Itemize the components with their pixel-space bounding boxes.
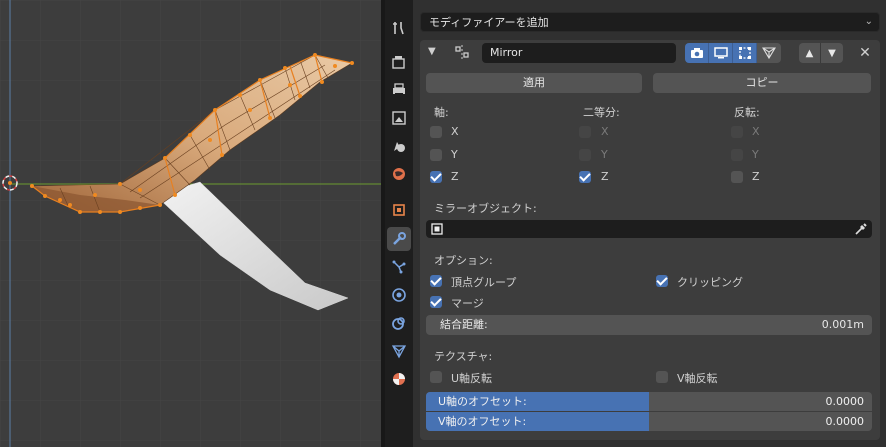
flip-z-checkbox[interactable] bbox=[731, 171, 743, 183]
properties-panel: モディファイアーを追加 ⌄ ▼ Mirror ▲ ▼ ✕ 適用 コピー 軸: 二… bbox=[413, 0, 886, 447]
flip-v-label: V軸反転 bbox=[677, 372, 718, 385]
render-icon[interactable] bbox=[387, 50, 411, 74]
3d-viewport[interactable] bbox=[0, 0, 381, 447]
axis-y-checkbox[interactable] bbox=[430, 149, 442, 161]
flip-x-label: X bbox=[752, 125, 760, 138]
add-modifier-label: モディファイアーを追加 bbox=[429, 16, 549, 29]
u-offset-slider[interactable]: U軸のオフセット: 0.0000 bbox=[426, 392, 872, 411]
move-down-icon[interactable]: ▼ bbox=[821, 43, 843, 63]
data-icon[interactable] bbox=[387, 339, 411, 363]
output-icon[interactable] bbox=[387, 78, 411, 102]
modifier-icon[interactable] bbox=[387, 227, 411, 251]
flip-u-label: U軸反転 bbox=[451, 372, 493, 385]
axis-x-checkbox[interactable] bbox=[430, 126, 442, 138]
flip-y-label: Y bbox=[752, 148, 759, 161]
bisect-x-label: X bbox=[601, 125, 609, 138]
view-layer-icon[interactable] bbox=[387, 106, 411, 130]
copy-button[interactable]: コピー bbox=[653, 73, 871, 93]
camera-icon[interactable] bbox=[685, 43, 709, 63]
constraints-icon[interactable] bbox=[387, 311, 411, 335]
vertex-groups-checkbox[interactable] bbox=[430, 275, 442, 287]
u-offset-value: 0.0000 bbox=[825, 395, 865, 408]
flip-y-checkbox[interactable] bbox=[731, 149, 743, 161]
axis-header: 軸: bbox=[434, 106, 449, 119]
clipping-checkbox[interactable] bbox=[656, 275, 668, 287]
visibility-toggles bbox=[685, 43, 781, 63]
particles-icon[interactable] bbox=[387, 255, 411, 279]
merge-distance-value: 0.001m bbox=[821, 318, 864, 331]
mirror-modifier-panel: ▼ Mirror ▲ ▼ ✕ 適用 コピー 軸: 二等分: 反転: X Y Z … bbox=[420, 40, 880, 440]
tool-icon[interactable] bbox=[387, 16, 411, 40]
v-offset-label: V軸のオフセット: bbox=[438, 415, 527, 428]
vertex-groups-label: 頂点グループ bbox=[451, 276, 517, 289]
axis-z-label: Z bbox=[451, 170, 459, 183]
axis-x-label: X bbox=[451, 125, 459, 138]
edit-mode-icon[interactable] bbox=[733, 43, 757, 63]
apply-button[interactable]: 適用 bbox=[426, 73, 642, 93]
properties-tab-bar bbox=[385, 0, 413, 447]
flip-x-checkbox[interactable] bbox=[731, 126, 743, 138]
merge-label: マージ bbox=[451, 297, 484, 310]
flip-header: 反転: bbox=[734, 106, 760, 119]
u-offset-label: U軸のオフセット: bbox=[438, 395, 527, 408]
options-label: オプション: bbox=[434, 254, 493, 267]
collapse-arrow-icon[interactable]: ▼ bbox=[428, 46, 436, 57]
monitor-icon[interactable] bbox=[709, 43, 733, 63]
mirror-modifier-icon bbox=[455, 45, 469, 59]
flip-v-checkbox[interactable] bbox=[656, 371, 668, 383]
bisect-y-label: Y bbox=[601, 148, 608, 161]
mirror-object-label: ミラーオブジェクト: bbox=[434, 202, 537, 215]
close-icon[interactable]: ✕ bbox=[857, 43, 873, 63]
viewport-canvas bbox=[0, 0, 381, 447]
material-icon[interactable] bbox=[387, 367, 411, 391]
axis-z-checkbox[interactable] bbox=[430, 171, 442, 183]
bisect-header: 二等分: bbox=[583, 106, 620, 119]
world-icon[interactable] bbox=[387, 162, 411, 186]
bisect-z-checkbox[interactable] bbox=[579, 171, 591, 183]
object-icon bbox=[431, 223, 443, 235]
object-icon[interactable] bbox=[387, 198, 411, 222]
merge-distance-label: 結合距離: bbox=[440, 318, 488, 331]
merge-checkbox[interactable] bbox=[430, 296, 442, 308]
bisect-x-checkbox[interactable] bbox=[579, 126, 591, 138]
flip-u-checkbox[interactable] bbox=[430, 371, 442, 383]
mirror-object-field[interactable] bbox=[426, 220, 872, 238]
move-buttons: ▲ ▼ bbox=[799, 43, 843, 63]
bisect-z-label: Z bbox=[601, 170, 609, 183]
merge-distance-field[interactable]: 結合距離: 0.001m bbox=[426, 315, 872, 335]
eyedropper-icon[interactable] bbox=[854, 222, 868, 236]
modifier-name-field[interactable]: Mirror bbox=[482, 43, 676, 63]
chevron-down-icon: ⌄ bbox=[864, 16, 873, 27]
on-cage-icon[interactable] bbox=[757, 43, 781, 63]
move-up-icon[interactable]: ▲ bbox=[799, 43, 821, 63]
clipping-label: クリッピング bbox=[677, 276, 743, 289]
physics-icon[interactable] bbox=[387, 283, 411, 307]
add-modifier-dropdown[interactable]: モディファイアーを追加 ⌄ bbox=[420, 12, 880, 32]
textures-label: テクスチャ: bbox=[434, 350, 493, 363]
bisect-y-checkbox[interactable] bbox=[579, 149, 591, 161]
flip-z-label: Z bbox=[752, 170, 760, 183]
v-offset-value: 0.0000 bbox=[825, 415, 865, 428]
v-offset-slider[interactable]: V軸のオフセット: 0.0000 bbox=[426, 412, 872, 431]
scene-icon[interactable] bbox=[387, 134, 411, 158]
axis-y-label: Y bbox=[451, 148, 458, 161]
